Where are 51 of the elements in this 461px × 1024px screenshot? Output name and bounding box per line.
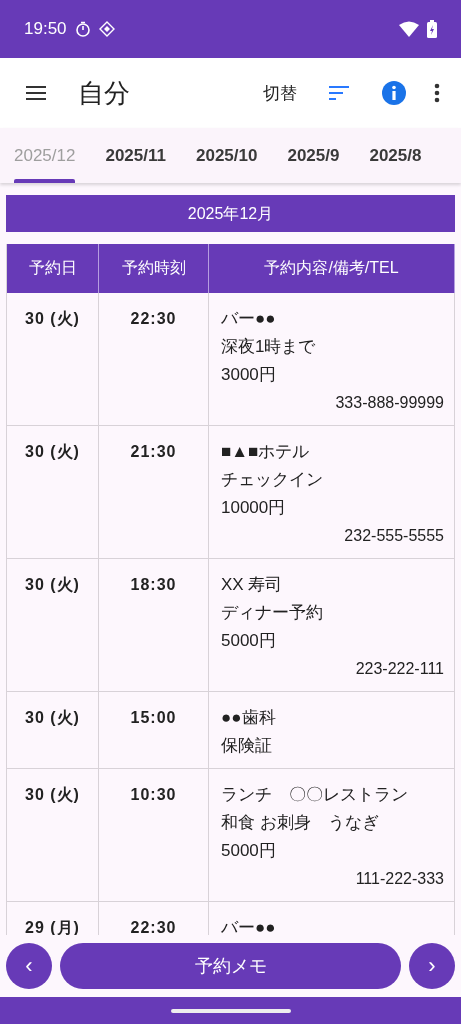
memo-line: バー●● — [221, 308, 277, 330]
memo-line: ランチ 〇〇レストラン — [221, 784, 409, 806]
memo-line: ■▲■ホテル — [221, 441, 311, 463]
screen-title: 自分 — [78, 76, 131, 110]
time-text: 22:30 — [130, 310, 177, 327]
time-text: 21:30 — [130, 443, 177, 460]
memo-line: 5000円 — [221, 630, 277, 652]
date-text: 30 (火) — [25, 709, 80, 726]
date-text: 30 (火) — [25, 443, 80, 460]
next-button[interactable]: › — [409, 943, 455, 989]
info-icon — [381, 80, 407, 106]
timer-icon — [74, 21, 91, 37]
memo-line: 和食 お刺身 うなぎ — [221, 812, 380, 834]
switch-button[interactable]: 切替 — [257, 75, 303, 111]
previous-button[interactable]: ‹ — [6, 943, 52, 989]
memo-line: 深夜1時まで — [221, 336, 317, 358]
month-tab[interactable]: 2025/9 — [279, 128, 348, 183]
diamond-icon — [98, 21, 115, 37]
phone-number: 232-555-5555 — [344, 526, 444, 546]
wifi-icon — [399, 21, 419, 37]
date-text: 30 (火) — [25, 786, 80, 803]
memo-line: ●●歯科 — [221, 707, 277, 729]
memo-line: ディナー予約 — [221, 602, 324, 624]
memo-line: 3000円 — [221, 364, 277, 386]
more-icon — [433, 81, 441, 105]
phone-number: 223-222-111 — [355, 659, 444, 679]
status-time: 19:50 — [24, 19, 67, 39]
column-header: 予約日 — [7, 244, 99, 293]
time-text: 22:30 — [130, 919, 177, 935]
phone-number: 333-888-99999 — [335, 393, 444, 413]
memo-button[interactable]: 予約メモ — [60, 943, 401, 989]
battery-icon — [427, 20, 437, 38]
column-header: 予約内容/備考/TEL — [209, 244, 455, 293]
memo-line: チェックイン — [221, 469, 324, 491]
memo-line: 5000円 — [221, 840, 277, 862]
column-header: 予約時刻 — [99, 244, 209, 293]
month-tab[interactable]: 2025/11 — [97, 128, 174, 183]
memo-line: 保険証 — [221, 735, 273, 757]
memo-line: バー●● — [221, 917, 277, 935]
memo-line: XX 寿司 — [221, 574, 284, 596]
date-text: 30 (火) — [25, 576, 80, 593]
memo-line: 10000円 — [221, 497, 287, 519]
time-text: 18:30 — [130, 576, 177, 593]
time-text: 15:00 — [130, 709, 177, 726]
date-text: 30 (火) — [25, 310, 80, 327]
phone-number: 111-222-333 — [355, 869, 444, 889]
month-tab[interactable]: 2025/8 — [361, 128, 430, 183]
time-text: 10:30 — [130, 786, 177, 803]
month-header: 2025年12月 — [6, 195, 455, 232]
month-tab[interactable]: 2025/10 — [187, 128, 266, 183]
home-handle[interactable] — [170, 1008, 291, 1013]
